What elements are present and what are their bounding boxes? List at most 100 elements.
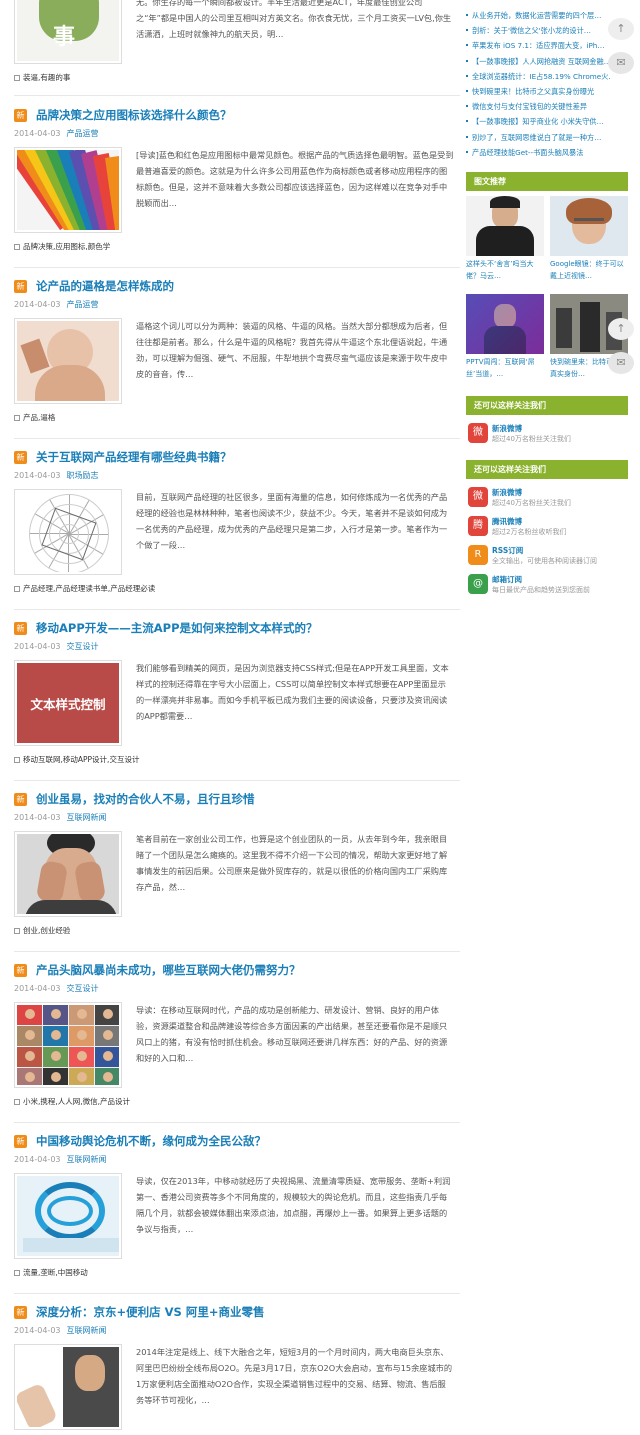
section-header-follow-1: 还可以这样关注我们 [466, 396, 628, 415]
article-meta: 2014-04-03 互联网新闻 [14, 812, 107, 823]
article-title[interactable]: 关于互联网产品经理有哪些经典书籍？ [36, 449, 232, 465]
follow-name[interactable]: 新浪微博 [492, 487, 522, 498]
article-category[interactable]: 交互设计 [67, 642, 99, 651]
tag-links[interactable]: 移动互联网,移动APP设计,交互设计 [23, 755, 139, 764]
tag-icon [14, 586, 20, 592]
article-tags: 流量,垄断,中国移动 [14, 1267, 88, 1278]
article-thumbnail[interactable] [14, 318, 122, 404]
follow-desc: 超过40万名粉丝关注我们 [492, 435, 571, 443]
article-category[interactable]: 互联网新闻 [67, 1155, 107, 1164]
article-category[interactable]: 产品运营 [67, 129, 99, 138]
article-thumbnail[interactable] [14, 1173, 122, 1259]
article-thumbnail[interactable] [14, 489, 122, 575]
mail-icon[interactable]: @ [468, 574, 488, 594]
article-category[interactable]: 产品运营 [67, 300, 99, 309]
follow-item[interactable]: R RSS订阅 全文输出，可使用各种阅读器订阅 [466, 543, 628, 569]
hot-article-link[interactable]: 产品经理技能Get--书面头脑风暴法 [466, 145, 611, 160]
hot-article-link[interactable]: 从业务开始，数据化运营需要的四个层… [466, 8, 611, 23]
hot-article-link[interactable]: 【一鼓事晚报】知乎商业化 小米失守供… [466, 114, 611, 129]
follow-item[interactable]: 微新浪微博 超过40万名粉丝关注我们 [466, 421, 628, 447]
follow-item[interactable]: @ 邮箱订阅 每日最优产品和趋势送到您面前 [466, 572, 628, 598]
follow-name[interactable]: 邮箱订阅 [492, 574, 522, 585]
article-category[interactable]: 职场励志 [67, 471, 99, 480]
hot-article-link[interactable]: 剖析：关于'微信之父'张小龙的设计… [466, 23, 611, 38]
pic-thumbnail[interactable] [466, 294, 544, 354]
tag-links[interactable]: 装逼,有趣的事 [23, 73, 70, 82]
pic-thumbnail[interactable] [550, 196, 628, 256]
article-title[interactable]: 中国移动舆论危机不断，缘何成为全民公敌？ [36, 1133, 266, 1149]
article-title[interactable]: 产品头脑风暴尚未成功，哪些互联网大佬仍需努力？ [36, 962, 301, 978]
tag-icon [14, 1099, 20, 1105]
rocket-top-icon[interactable]: ↑ [608, 18, 634, 40]
article-tags: 产品,逼格 [14, 412, 55, 423]
article-title[interactable]: 论产品的逼格是怎样炼成的 [36, 278, 174, 294]
article-excerpt: 逼格这个词儿可以分为两种：装逼的风格、牛逼的风格。当然大部分都想成为后者，但往往… [136, 321, 448, 379]
article-thumbnail[interactable]: 文本样式控制 [14, 660, 122, 746]
tag-links[interactable]: 流量,垄断,中国移动 [23, 1268, 88, 1277]
article-thumbnail[interactable] [14, 831, 122, 917]
article-meta: 2014-04-03 产品运营 [14, 128, 99, 139]
rss-icon[interactable]: R [468, 545, 488, 565]
article-date: 2014-04-03 [14, 984, 61, 993]
article-date: 2014-04-03 [14, 471, 61, 480]
weibo-icon[interactable]: 微 [468, 423, 488, 443]
article-title[interactable]: 品牌决策之应用图标该选择什么颜色？ [36, 107, 232, 123]
new-badge: 新 [14, 622, 27, 635]
pic-caption[interactable]: Google眼镜：终于可以戴上近视镜… [550, 258, 628, 282]
hot-article-list: 从业务开始，数据化运营需要的四个层… 剖析：关于'微信之父'张小龙的设计… 苹果发布… [466, 8, 611, 160]
article-thumbnail[interactable]: 事 [14, 0, 122, 64]
hot-article-link[interactable]: 快到碗里来！比特币之父真实身份曝光 [466, 84, 611, 99]
hot-article-link[interactable]: 微信支付与支付宝钱包的关键性差异 [466, 99, 611, 114]
follow-name[interactable]: RSS订阅 [492, 545, 523, 556]
article-category[interactable]: 互联网新闻 [67, 813, 107, 822]
wechat-icon-2[interactable]: ✉ [608, 352, 634, 374]
article-meta: 2014-04-03 交互设计 [14, 641, 99, 652]
pic-caption[interactable]: 这样头不‘舍言’吗当大佬？马云… [466, 258, 544, 282]
follow-item[interactable]: 腾腾讯微博 超过2万名粉丝收听我们 [466, 514, 628, 540]
hot-article-link[interactable]: 苹果发布 iOS 7.1：适应界面大变，iPh… [466, 38, 611, 53]
follow-desc: 每日最优产品和趋势送到您面前 [492, 586, 590, 594]
tag-links[interactable]: 产品,逼格 [23, 413, 55, 422]
article-title[interactable]: 深度分析：京东+便利店 VS 阿里+商业零售 [36, 1304, 264, 1320]
tencent-weibo-icon[interactable]: 腾 [468, 516, 488, 536]
tag-links[interactable]: 创业,创业经验 [23, 926, 70, 935]
pic-recommend-item[interactable]: Google眼镜：终于可以戴上近视镜… [550, 196, 628, 282]
article-thumbnail[interactable] [14, 1344, 122, 1430]
article-date: 2014-04-03 [14, 1155, 61, 1164]
pic-thumbnail[interactable] [466, 196, 544, 256]
new-badge: 新 [14, 280, 27, 293]
article-tags: 创业,创业经验 [14, 925, 70, 936]
wechat-icon[interactable]: ✉ [608, 52, 634, 74]
follow-name[interactable]: 新浪微博 [492, 423, 522, 434]
article-date: 2014-04-03 [14, 813, 61, 822]
rocket-top-icon-2[interactable]: ↑ [608, 318, 634, 340]
pic-recommend-item[interactable]: 这样头不‘舍言’吗当大佬？马云… [466, 196, 544, 282]
article-meta: 2014-04-03 互联网新闻 [14, 1154, 107, 1165]
article-meta: 2014-04-03 职场励志 [14, 470, 99, 481]
tag-links[interactable]: 品牌决策,应用图标,颜色学 [23, 242, 110, 251]
article-thumbnail[interactable] [14, 147, 122, 233]
article-excerpt: 导读，仅在2013年，中移动就经历了央视揭黑、流量清零质疑、宽带服务、垄断+利润… [136, 1176, 451, 1234]
article-excerpt: 我们能够看到精美的网页，是因为浏览器支持CSS样式;但是在APP开发工具里面，文… [136, 663, 449, 721]
follow-desc: 超过2万名粉丝收听我们 [492, 528, 567, 536]
article-category[interactable]: 交互设计 [67, 984, 99, 993]
hot-article-link[interactable]: 全球浏览器统计：IE占58.19% Chrome火… [466, 69, 611, 84]
follow-name[interactable]: 腾讯微博 [492, 516, 522, 527]
hot-article-link[interactable]: 【一鼓事晚报】人人网抢融资 互联网金融… [466, 54, 611, 69]
article-title[interactable]: 移动APP开发——主流APP是如何来控制文本样式的？ [36, 620, 318, 636]
follow-item[interactable]: 微新浪微博 超过40万名粉丝关注我们 [466, 485, 628, 511]
tag-links[interactable]: 小米,携程,人人网,微信,产品设计 [23, 1097, 130, 1106]
follow-desc: 超过40万名粉丝关注我们 [492, 499, 571, 507]
weibo-icon[interactable]: 微 [468, 487, 488, 507]
pic-recommend-item[interactable]: PPTV周闯：互联网‘屌丝’当道，… [466, 294, 544, 380]
article-title[interactable]: 创业虽易，找对的合伙人不易，且行且珍惜 [36, 791, 255, 807]
article-item: 新 论产品的逼格是怎样炼成的 2014-04-03 产品运营 逼格这个词儿可以分为… [14, 268, 460, 439]
article-thumbnail[interactable] [14, 1002, 122, 1088]
pic-caption[interactable]: PPTV周闯：互联网‘屌丝’当道，… [466, 356, 544, 380]
tag-links[interactable]: 产品经理,产品经理读书单,产品经理必读 [23, 584, 155, 593]
article-excerpt: [导读]蓝色和红色是应用图标中最常见颜色。根据产品的气质选择色最明智。蓝色是受到… [136, 150, 454, 208]
article-meta: 2014-04-03 交互设计 [14, 983, 99, 994]
page: 事 无。你生存的每一个瞬间都被设计。半年生活最近更是ACT，年度最佳创业公司之“… [0, 0, 640, 1435]
hot-article-link[interactable]: 别炒了，互联网思维说白了就是一种方… [466, 130, 611, 145]
article-category[interactable]: 互联网新闻 [67, 1326, 107, 1335]
